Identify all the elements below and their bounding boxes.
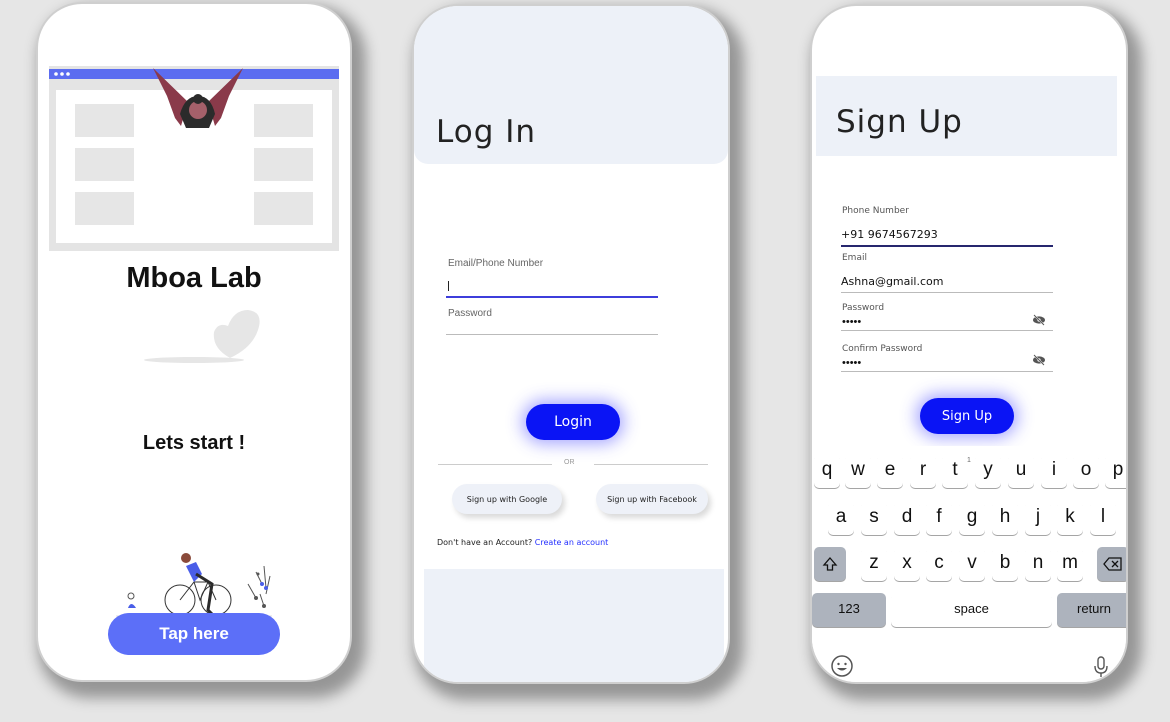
backspace-icon — [1103, 557, 1122, 571]
email-label: Email — [842, 253, 867, 263]
google-signup-button[interactable]: Sign up with Google — [452, 484, 562, 514]
hide-confirm-password-icon[interactable] — [1032, 354, 1046, 366]
create-account-link[interactable]: Create an account — [535, 538, 609, 547]
password-field[interactable] — [446, 316, 658, 334]
phone-label: Phone Number — [842, 206, 909, 216]
key-a[interactable]: a — [828, 501, 854, 535]
key-d[interactable]: d — [894, 501, 920, 535]
password-underline — [446, 334, 658, 335]
key-n[interactable]: n — [1025, 547, 1051, 581]
phone-underline — [841, 245, 1053, 247]
login-screen: Log In Email/Phone Number Password Login… — [414, 6, 728, 682]
microphone-icon[interactable] — [1093, 655, 1109, 679]
email-label: Email/Phone Number — [448, 258, 544, 269]
key-w[interactable]: w — [845, 454, 871, 488]
email-underline — [841, 292, 1053, 293]
signup-button[interactable]: Sign Up — [920, 398, 1014, 434]
key-j[interactable]: j — [1025, 501, 1051, 535]
phone-field[interactable]: +91 9674567293 — [841, 228, 938, 241]
backspace-key[interactable] — [1097, 547, 1126, 581]
text-cursor — [448, 281, 449, 291]
facebook-signup-button[interactable]: Sign up with Facebook — [596, 484, 708, 514]
key-k[interactable]: k — [1057, 501, 1083, 535]
no-account-prompt: Don't have an Account? Create an account — [437, 538, 609, 547]
browser-illustration — [49, 66, 339, 251]
key-hint: 1 — [967, 457, 971, 464]
key-y[interactable]: y — [975, 454, 1001, 488]
numbers-key[interactable]: 123 — [812, 593, 886, 627]
app-title: Mboa Lab — [126, 262, 262, 294]
key-f[interactable]: f — [926, 501, 952, 535]
lets-start-heading: Lets start ! — [142, 432, 246, 454]
heart-illustration — [144, 310, 260, 363]
key-p[interactable]: p — [1105, 454, 1126, 488]
confirm-password-label: Confirm Password — [842, 344, 923, 354]
confirm-password-field[interactable]: ••••• — [842, 357, 861, 369]
divider-right — [594, 464, 708, 465]
key-g[interactable]: g — [959, 501, 985, 535]
or-separator: OR — [564, 459, 575, 466]
key-r[interactable]: r — [910, 454, 936, 488]
signup-screen: Sign Up Phone Number +91 9674567293 Emai… — [812, 6, 1126, 682]
email-field[interactable]: Ashna@gmail.com — [841, 275, 943, 288]
key-s[interactable]: s — [861, 501, 887, 535]
shift-icon — [822, 557, 838, 571]
key-b[interactable]: b — [992, 547, 1018, 581]
onscreen-keyboard: q w e r t y u i o p a s d f g h j k l z … — [812, 446, 1126, 682]
emoji-icon[interactable] — [830, 654, 854, 678]
key-t[interactable]: t — [942, 454, 968, 488]
signup-title: Sign Up — [836, 104, 963, 140]
key-v[interactable]: v — [959, 547, 985, 581]
key-u[interactable]: u — [1008, 454, 1034, 488]
confirm-password-underline — [841, 371, 1053, 372]
key-l[interactable]: l — [1090, 501, 1116, 535]
key-i[interactable]: i — [1041, 454, 1067, 488]
cyclist-illustration — [116, 553, 272, 617]
key-e[interactable]: e — [877, 454, 903, 488]
key-o[interactable]: o — [1073, 454, 1099, 488]
divider-left — [438, 464, 552, 465]
login-button[interactable]: Login — [526, 404, 620, 440]
hide-password-icon[interactable] — [1032, 314, 1046, 326]
return-key[interactable]: return — [1057, 593, 1126, 627]
key-z[interactable]: z — [861, 547, 887, 581]
email-field[interactable] — [446, 276, 658, 296]
tap-here-button[interactable]: Tap here — [108, 613, 280, 655]
login-footer-panel — [424, 569, 724, 682]
key-c[interactable]: c — [926, 547, 952, 581]
key-x[interactable]: x — [894, 547, 920, 581]
email-underline — [446, 296, 658, 298]
key-q[interactable]: q — [814, 454, 840, 488]
key-m[interactable]: m — [1057, 547, 1083, 581]
key-h[interactable]: h — [992, 501, 1018, 535]
password-label: Password — [842, 303, 885, 313]
shift-key[interactable] — [814, 547, 846, 581]
password-underline — [841, 330, 1053, 331]
welcome-screen: Mboa Lab Lets start ! Tap here — [38, 4, 350, 680]
login-title: Log In — [436, 114, 537, 150]
space-key[interactable]: space — [891, 593, 1052, 627]
password-field[interactable]: ••••• — [842, 316, 861, 328]
